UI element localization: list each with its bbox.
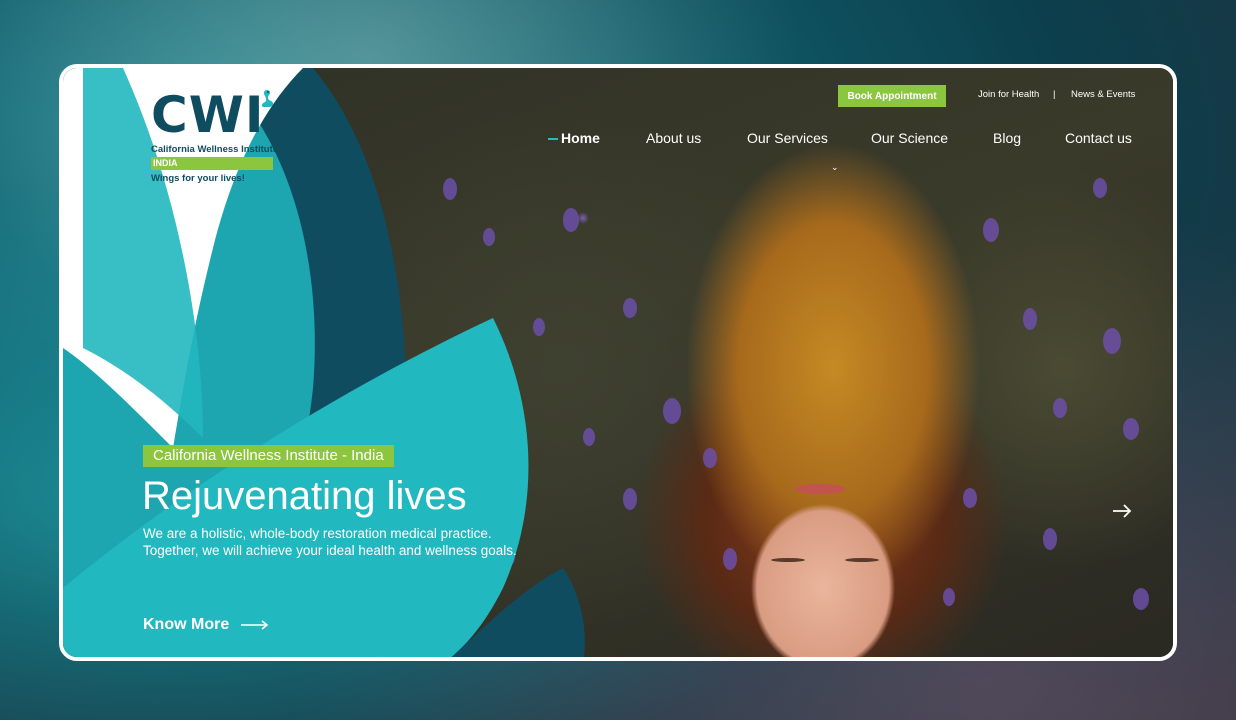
active-indicator xyxy=(548,138,558,140)
book-appointment-button[interactable]: Book Appointment xyxy=(838,85,946,107)
swan-icon xyxy=(261,90,274,107)
nav-item-our-science[interactable]: Our Science xyxy=(871,130,948,146)
nav-item-label: Home xyxy=(561,130,600,146)
nav-item-label: Our Science xyxy=(871,130,949,146)
cwi-logo[interactable]: CWI California Wellness Institute INDIA … xyxy=(151,86,281,184)
hero-title: Rejuvenating lives xyxy=(142,474,467,518)
news-events-link[interactable]: News & Events xyxy=(1071,89,1135,100)
website-preview-frame: CWI California Wellness Institute INDIA … xyxy=(59,64,1177,661)
nav-item-contact-us[interactable]: Contact us xyxy=(1065,130,1132,146)
arrow-right-icon[interactable] xyxy=(1111,503,1133,519)
nav-item-home[interactable]: Home xyxy=(548,130,600,146)
know-more-button[interactable]: Know More xyxy=(143,616,269,634)
chevron-down-icon[interactable]: ⌄ xyxy=(831,162,839,173)
nav-item-label: Our Services xyxy=(747,130,828,146)
logo-tagline: Wings for your lives! xyxy=(151,173,245,184)
know-more-label: Know More xyxy=(143,616,230,633)
logo-region-badge: INDIA xyxy=(151,157,273,170)
hero-description: We are a holistic, whole-body restoratio… xyxy=(143,526,517,558)
hero-tag: California Wellness Institute - India xyxy=(143,445,394,467)
nav-item-blog[interactable]: Blog xyxy=(993,130,1021,146)
nav-item-about-us[interactable]: About us xyxy=(646,130,701,146)
nav-item-label: Contact us xyxy=(1065,130,1132,146)
join-for-health-link[interactable]: Join for Health xyxy=(978,89,1039,100)
nav-item-label: About us xyxy=(646,130,702,146)
long-arrow-right-icon xyxy=(241,620,269,630)
nav-item-our-services[interactable]: Our Services xyxy=(747,130,828,146)
header-separator: | xyxy=(1053,89,1056,100)
decorative-teal-shapes xyxy=(63,68,585,657)
logo-name: California Wellness Institute xyxy=(151,144,279,155)
nav-item-label: Blog xyxy=(993,130,1022,146)
